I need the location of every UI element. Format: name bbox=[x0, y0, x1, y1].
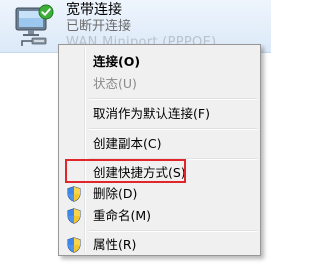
menu-separator bbox=[89, 230, 257, 232]
check-badge-icon bbox=[38, 4, 54, 20]
menu-separator bbox=[89, 98, 257, 100]
menu-item-rename[interactable]: 重命名(M) bbox=[61, 205, 258, 227]
screenshot-canvas: 宽带连接 已断开连接 WAN Miniport (PPPOE) 连接(O) 状态… bbox=[0, 0, 271, 266]
menu-separator bbox=[89, 128, 257, 130]
menu-item-label: 状态(U) bbox=[93, 76, 137, 91]
annotation-highlight-box bbox=[65, 159, 186, 183]
menu-item-cancel-default[interactable]: 取消作为默认连接(F) bbox=[61, 103, 258, 125]
menu-item-label: 创建副本(C) bbox=[93, 136, 162, 151]
menu-item-label: 取消作为默认连接(F) bbox=[93, 106, 210, 121]
context-menu: 连接(O) 状态(U) 取消作为默认连接(F) 创建副本(C) 创建快捷方式(S… bbox=[58, 44, 261, 256]
menu-item-status: 状态(U) bbox=[61, 73, 258, 95]
menu-item-label: 属性(R) bbox=[93, 237, 137, 252]
menu-item-properties[interactable]: 属性(R) bbox=[61, 234, 258, 256]
menu-item-delete[interactable]: 删除(D) bbox=[61, 183, 258, 205]
menu-item-create-copy[interactable]: 创建副本(C) bbox=[61, 133, 258, 155]
uac-shield-icon bbox=[67, 208, 81, 224]
connection-name: 宽带连接 bbox=[66, 2, 122, 18]
menu-item-label: 重命名(M) bbox=[93, 208, 152, 223]
uac-shield-icon bbox=[67, 186, 81, 202]
menu-item-connect[interactable]: 连接(O) bbox=[61, 51, 258, 73]
connection-status: 已断开连接 bbox=[66, 19, 132, 34]
menu-item-label: 删除(D) bbox=[93, 186, 138, 201]
menu-item-label: 连接(O) bbox=[93, 54, 141, 69]
uac-shield-icon bbox=[67, 237, 81, 253]
